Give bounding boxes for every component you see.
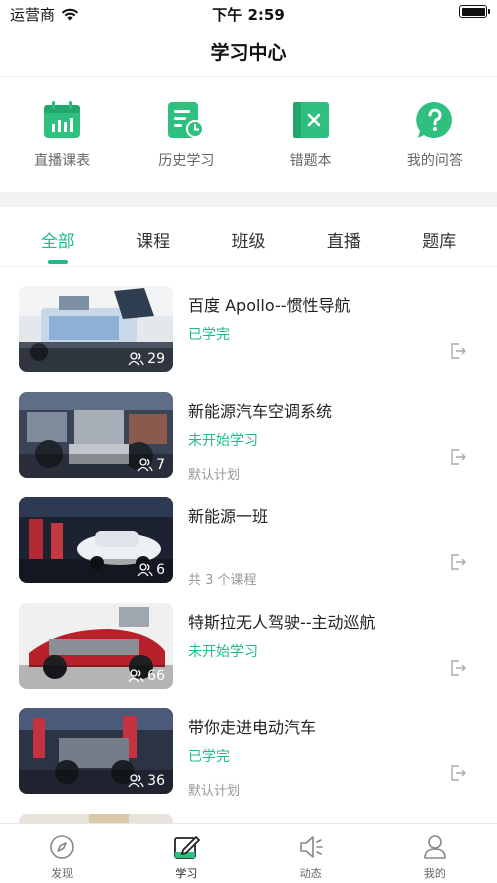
- course-title: 新能源一班: [188, 507, 269, 526]
- course-status: 已学完: [188, 749, 230, 765]
- enter-icon[interactable]: [449, 553, 467, 571]
- learners-icon: [137, 563, 153, 577]
- enter-icon[interactable]: [449, 659, 467, 677]
- page-title: 学习中心: [210, 42, 287, 64]
- learner-count: 7: [137, 457, 165, 473]
- enter-icon[interactable]: [449, 764, 467, 782]
- learners-icon: [137, 457, 153, 471]
- course-subtitle: 默认计划: [188, 784, 241, 799]
- list-item[interactable]: 7 新能源汽车空调系统 未开始学习 默认计划: [0, 390, 497, 496]
- tabbar-discover-label: 发现: [51, 867, 74, 880]
- tabbar-feed-label: 动态: [299, 867, 322, 880]
- clock: 下午 2:59: [212, 6, 285, 24]
- course-title: 带你走进电动汽车: [188, 718, 317, 737]
- nav-divider: [0, 76, 497, 77]
- quick-my-qa[interactable]: 我的问答: [373, 100, 497, 190]
- history-clock-icon: [168, 102, 205, 138]
- course-title: 特斯拉无人驾驶--主动巡航: [188, 612, 376, 632]
- course-status: 未开始学习: [188, 643, 258, 660]
- course-title: 新能源汽车空调系统: [188, 401, 333, 421]
- tab-all[interactable]: 全部: [12, 222, 104, 266]
- list-item[interactable]: 66 特斯拉无人驾驶--主动巡航 未开始学习: [0, 601, 497, 707]
- course-list: 29 百度 Apollo--惯性导航 已学完 7 新能源汽车空调系统 未开始学习…: [0, 284, 497, 883]
- tabbar-discover[interactable]: 发现: [0, 824, 124, 883]
- course-thumbnail: 66: [19, 602, 173, 689]
- course-status: 已学完: [188, 327, 230, 343]
- section-separator: [0, 192, 497, 207]
- tabbar-me[interactable]: 我的: [373, 824, 497, 883]
- tab-classes[interactable]: 班级: [202, 222, 294, 266]
- course-thumbnail: 7: [19, 391, 173, 478]
- learner-count: 6: [137, 562, 165, 578]
- quick-live-schedule[interactable]: 直播课表: [0, 100, 124, 190]
- quick-wrong-book-label: 错题本: [289, 153, 332, 169]
- learners-icon: [128, 774, 144, 788]
- learner-count: 29: [128, 351, 165, 367]
- quick-history[interactable]: 历史学习: [124, 100, 248, 190]
- course-subtitle: 共 3 个课程: [188, 573, 257, 588]
- list-item[interactable]: 29 百度 Apollo--惯性导航 已学完: [0, 284, 497, 390]
- compass-icon: [50, 835, 74, 859]
- question-bubble-icon: [416, 101, 452, 138]
- bottom-tab-bar: 发现 学习 动态 我的: [0, 823, 497, 883]
- filter-tabs: 全部 课程 班级 直播 题库: [0, 222, 497, 266]
- tab-courses[interactable]: 课程: [107, 222, 199, 266]
- course-status: 未开始学习: [188, 432, 258, 449]
- speaker-icon: [299, 836, 323, 858]
- learner-count: 66: [128, 668, 165, 684]
- battery-icon: [459, 5, 490, 18]
- course-thumbnail: 36: [19, 708, 173, 794]
- learners-icon: [128, 352, 144, 366]
- calendar-chart-icon: [44, 101, 81, 138]
- course-subtitle: 默认计划: [188, 467, 241, 483]
- quick-access-bar: 直播课表 历史学习 错题本 我的问答: [0, 100, 497, 190]
- enter-icon[interactable]: [449, 448, 467, 466]
- person-icon: [424, 835, 446, 859]
- wrong-book-icon: [292, 102, 329, 138]
- quick-my-qa-label: 我的问答: [406, 153, 463, 169]
- course-thumbnail: 29: [19, 286, 173, 372]
- tabs-divider: [0, 266, 497, 267]
- pencil-note-icon: [174, 836, 201, 859]
- learner-count: 36: [128, 773, 165, 789]
- tabbar-feed[interactable]: 动态: [249, 824, 373, 883]
- quick-wrong-book[interactable]: 错题本: [249, 100, 373, 190]
- learners-icon: [128, 668, 144, 682]
- tab-live[interactable]: 直播: [298, 222, 390, 266]
- status-bar: 运营商 下午 2:59: [0, 0, 497, 26]
- enter-icon[interactable]: [449, 342, 467, 360]
- course-thumbnail: 6: [19, 497, 173, 583]
- tabbar-me-label: 我的: [423, 867, 446, 880]
- quick-history-label: 历史学习: [158, 153, 215, 169]
- list-item[interactable]: 6 新能源一班 共 3 个课程: [0, 495, 497, 601]
- tab-question-bank[interactable]: 题库: [393, 222, 485, 266]
- tabbar-learn[interactable]: 学习: [124, 824, 248, 883]
- list-item[interactable]: 36 带你走进电动汽车 已学完 默认计划: [0, 706, 497, 812]
- course-title: 百度 Apollo--惯性导航: [188, 296, 351, 315]
- quick-live-schedule-label: 直播课表: [34, 153, 91, 169]
- tabbar-learn-label: 学习: [175, 867, 198, 880]
